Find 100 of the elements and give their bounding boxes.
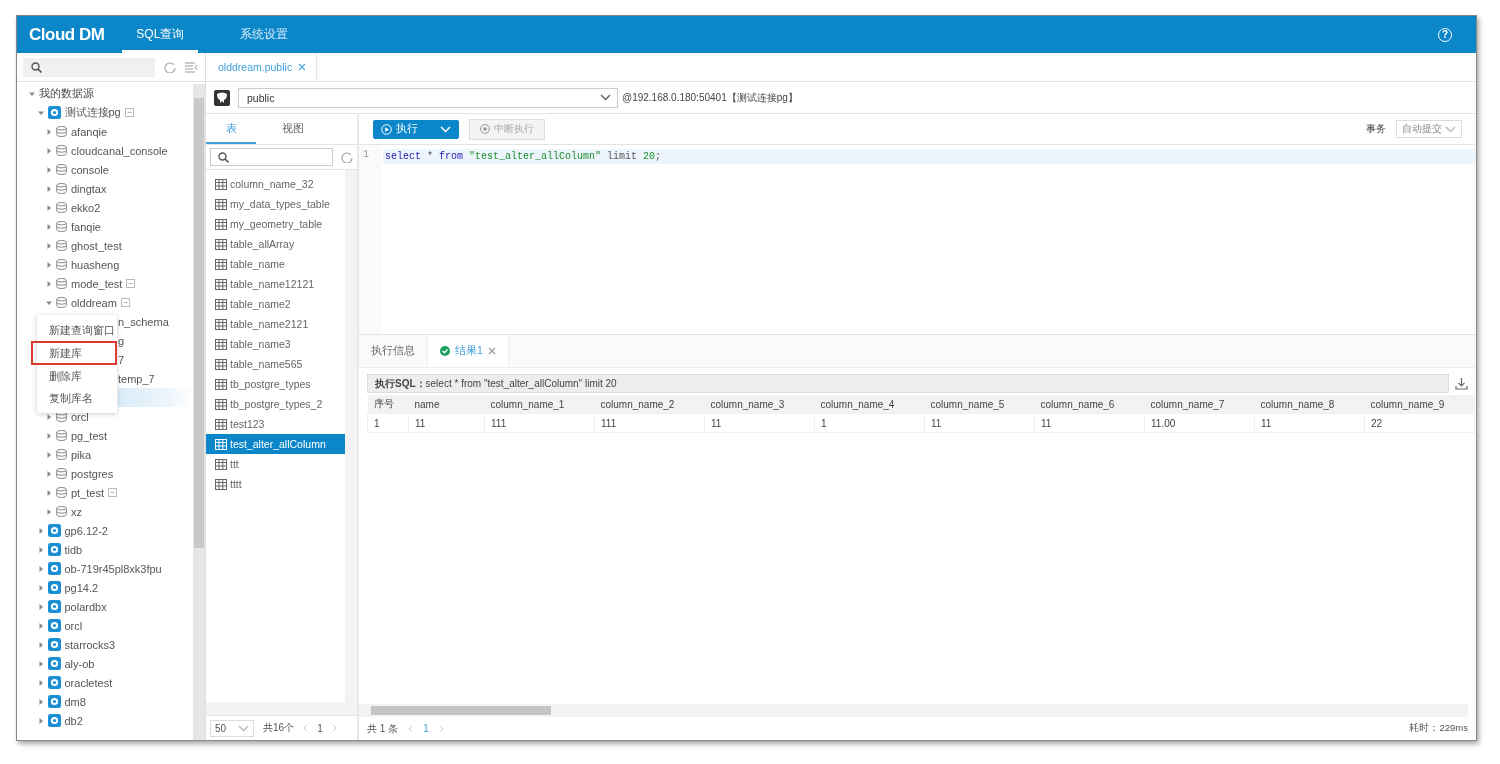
- tree-row[interactable]: 7: [118, 350, 193, 369]
- run-button[interactable]: 执行: [373, 119, 459, 139]
- caret-icon[interactable]: [46, 489, 52, 496]
- tree-label[interactable]: dm8: [64, 695, 86, 708]
- table-list-item[interactable]: table_name565: [206, 354, 345, 374]
- tree-row[interactable]: g: [118, 331, 193, 350]
- caret-icon[interactable]: [46, 280, 52, 287]
- caret-icon[interactable]: [46, 128, 52, 135]
- menu-item[interactable]: 删除库: [37, 365, 117, 387]
- tree-label[interactable]: aly-ob: [64, 657, 95, 670]
- transaction-select[interactable]: 自动提交: [1396, 120, 1462, 138]
- scrollbar[interactable]: [345, 170, 357, 702]
- column-header[interactable]: column_name_2: [594, 395, 705, 414]
- tree-row[interactable]: console: [17, 160, 193, 179]
- table-list-item[interactable]: my_data_types_table: [206, 194, 345, 214]
- tree-label[interactable]: pg_test: [71, 429, 108, 442]
- caret-icon[interactable]: [46, 470, 52, 477]
- refresh-icon[interactable]: [341, 151, 353, 163]
- column-header[interactable]: column_name_6: [1034, 395, 1145, 414]
- caret-icon[interactable]: [37, 717, 44, 724]
- tree-row[interactable]: tidb: [17, 540, 193, 559]
- tree-label[interactable]: fanqie: [71, 220, 101, 233]
- tree-label[interactable]: pg14.2: [64, 581, 99, 594]
- tree-row[interactable]: ob-719r45pl8xk3fpu: [17, 559, 193, 578]
- schema-select[interactable]: public: [238, 87, 618, 108]
- column-header[interactable]: column_name_7: [1144, 395, 1255, 414]
- column-header[interactable]: column_name_9: [1364, 395, 1475, 414]
- tree-row[interactable]: starrocks3: [17, 635, 193, 654]
- nav-tab[interactable]: 系统设置: [226, 16, 303, 53]
- caret-icon[interactable]: [37, 603, 44, 610]
- tree-row[interactable]: olddream: [17, 293, 193, 312]
- code-editor[interactable]: 1 select * from "test_alter_allColumn" limit 20;: [359, 145, 1476, 335]
- tree-label[interactable]: db2: [64, 714, 83, 727]
- tree-row[interactable]: polardbx: [17, 597, 193, 616]
- column-header[interactable]: column_name_8: [1254, 395, 1365, 414]
- menu-item[interactable]: 新建查询窗口: [37, 319, 117, 341]
- tree-row[interactable]: 我的数据源: [17, 84, 193, 103]
- table-list-item[interactable]: table_name: [206, 254, 345, 274]
- table-list-item[interactable]: test_alter_allColumn: [206, 434, 345, 454]
- caret-icon[interactable]: [46, 242, 52, 249]
- caret-icon[interactable]: [46, 204, 52, 211]
- scrollbar[interactable]: [193, 84, 205, 740]
- table-list-item[interactable]: tb_postgre_types_2: [206, 394, 345, 414]
- tree-label[interactable]: pt_test: [71, 486, 105, 499]
- close-icon[interactable]: [487, 347, 496, 355]
- tree-row[interactable]: pt_test: [17, 483, 193, 502]
- column-header[interactable]: column_name_5: [924, 395, 1035, 414]
- tree-row[interactable]: n_schema: [118, 312, 193, 331]
- tree-row[interactable]: huasheng: [17, 255, 193, 274]
- tree-label[interactable]: xz: [71, 505, 82, 518]
- tree-label[interactable]: console: [71, 163, 109, 176]
- table-list-item[interactable]: table_name2121: [206, 314, 345, 334]
- tree-label[interactable]: pika: [71, 448, 92, 461]
- scrollbar[interactable]: [206, 702, 357, 715]
- caret-icon[interactable]: [46, 413, 52, 420]
- result-tab[interactable]: 执行信息: [359, 335, 427, 367]
- caret-icon[interactable]: [46, 432, 52, 439]
- caret-icon[interactable]: [37, 109, 44, 116]
- caret-icon[interactable]: [46, 451, 52, 458]
- tree-label[interactable]: cloudcanal_console: [71, 144, 168, 157]
- close-icon[interactable]: [298, 63, 307, 71]
- caret-icon[interactable]: [46, 166, 52, 173]
- table-list-item[interactable]: tttt: [206, 474, 345, 494]
- tree-label[interactable]: afanqie: [71, 125, 108, 138]
- object-tab[interactable]: 视图: [268, 114, 318, 144]
- caret-icon[interactable]: [37, 622, 44, 629]
- tree-row[interactable]: ekko2: [17, 198, 193, 217]
- tree-label[interactable]: orcl: [64, 619, 83, 632]
- tree-label[interactable]: ob-719r45pl8xk3fpu: [64, 562, 162, 575]
- tree-label[interactable]: n_schema: [118, 315, 169, 328]
- caret-icon[interactable]: [46, 223, 52, 230]
- column-header[interactable]: column_name_1: [484, 395, 595, 414]
- collapse-all-icon[interactable]: [185, 61, 198, 73]
- refresh-icon[interactable]: [164, 61, 176, 73]
- tree-label[interactable]: ghost_test: [71, 239, 122, 252]
- tree-label[interactable]: polardbx: [64, 600, 107, 613]
- tree-row[interactable]: oracletest: [17, 673, 193, 692]
- table-list-item[interactable]: test123: [206, 414, 345, 434]
- caret-icon[interactable]: [37, 641, 44, 648]
- tree-label[interactable]: 7: [118, 353, 125, 366]
- column-header[interactable]: 序号: [367, 395, 409, 414]
- tree-row[interactable]: dingtax: [17, 179, 193, 198]
- tree-row[interactable]: pg14.2: [17, 578, 193, 597]
- tree-row[interactable]: aly-ob: [17, 654, 193, 673]
- caret-icon[interactable]: [29, 90, 35, 97]
- tree-row[interactable]: ghost_test: [17, 236, 193, 255]
- caret-icon[interactable]: [46, 147, 52, 154]
- table-list-item[interactable]: ttt: [206, 454, 345, 474]
- caret-icon[interactable]: [46, 185, 52, 192]
- tree-label[interactable]: postgres: [71, 467, 114, 480]
- column-header[interactable]: column_name_4: [814, 395, 925, 414]
- caret-icon[interactable]: [37, 527, 44, 534]
- caret-icon[interactable]: [37, 565, 44, 572]
- tree-row[interactable]: gp6.12-2: [17, 521, 193, 540]
- table-list-item[interactable]: table_name12121: [206, 274, 345, 294]
- caret-icon[interactable]: [37, 584, 44, 591]
- tree-row[interactable]: xz: [17, 502, 193, 521]
- tree-label[interactable]: 我的数据源: [39, 86, 94, 101]
- tree-row[interactable]: 测试连接pg: [17, 103, 193, 122]
- menu-item[interactable]: 新建库: [31, 341, 117, 365]
